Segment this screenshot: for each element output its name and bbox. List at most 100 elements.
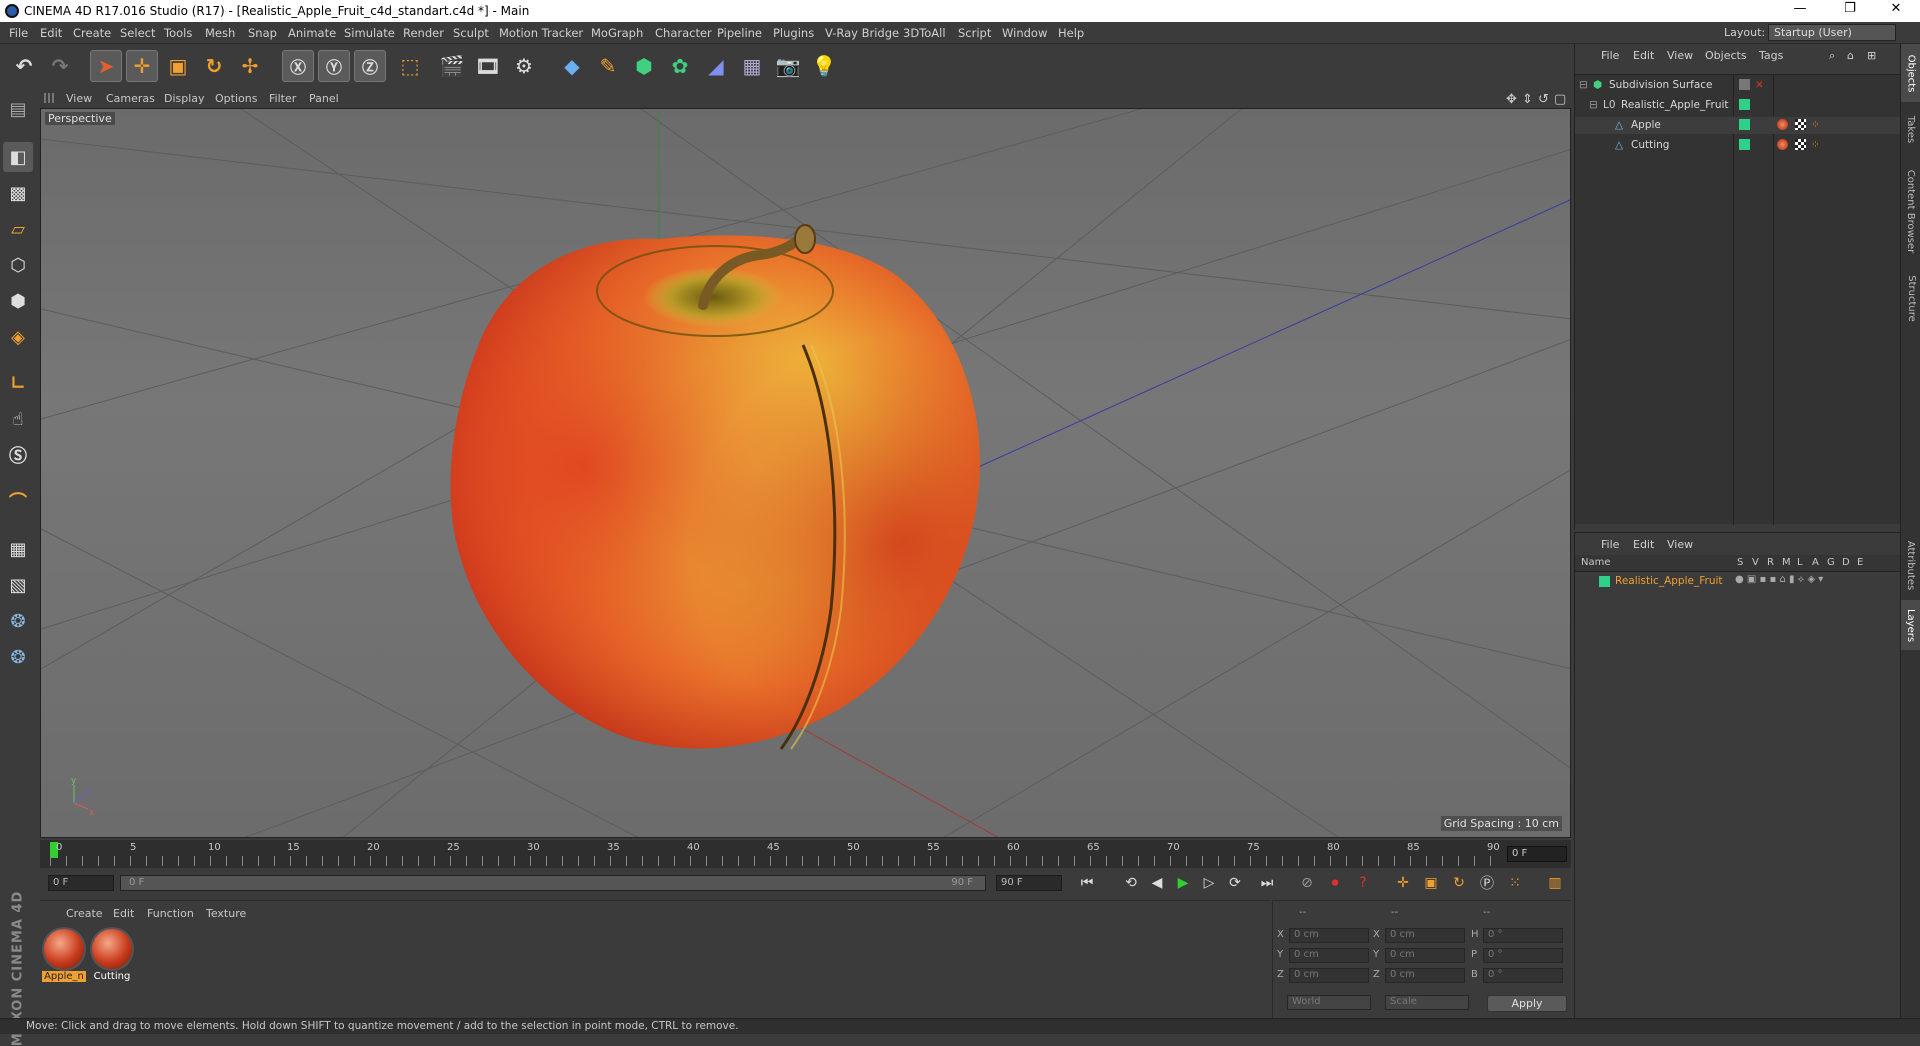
tab-content-browser[interactable]: Content Browser bbox=[1901, 156, 1920, 266]
object-menu-tags[interactable]: Tags bbox=[1759, 49, 1783, 62]
menu-snap[interactable]: Snap bbox=[248, 26, 277, 40]
material-menu-texture[interactable]: Texture bbox=[206, 907, 246, 920]
disabled-x-icon[interactable]: ✕ bbox=[1755, 79, 1764, 91]
viewport-rotate-icon[interactable]: ↺ bbox=[1538, 92, 1549, 107]
menu-motion-tracker[interactable]: Motion Tracker bbox=[499, 26, 583, 40]
subdivision-icon[interactable]: ⬢ bbox=[628, 50, 660, 82]
layer-menu-view[interactable]: View bbox=[1667, 538, 1693, 551]
object-menu-file[interactable]: File bbox=[1601, 49, 1619, 62]
size-y-field[interactable]: 0 cm bbox=[1385, 948, 1465, 963]
key-scale-icon[interactable]: ▣ bbox=[1420, 872, 1442, 894]
visibility-toggle[interactable] bbox=[1739, 79, 1750, 90]
model-mode-icon[interactable]: ◧ bbox=[3, 142, 33, 172]
layer-menu-file[interactable]: File bbox=[1601, 538, 1619, 551]
menu-create[interactable]: Create bbox=[73, 26, 111, 40]
menu-animate[interactable]: Animate bbox=[288, 26, 336, 40]
points-mode-icon[interactable]: ⬡ bbox=[3, 250, 33, 280]
menu-help[interactable]: Help bbox=[1058, 26, 1084, 40]
collapse-icon[interactable]: ⊟ bbox=[1579, 79, 1588, 91]
tab-takes[interactable]: Takes bbox=[1901, 104, 1920, 154]
x-axis-icon[interactable]: Ⓧ bbox=[282, 50, 314, 82]
timeline-ruler[interactable]: 0 5 10 15 20 25 30 35 40 45 50 55 60 65 … bbox=[40, 840, 1571, 868]
menu-edit[interactable]: Edit bbox=[40, 26, 62, 40]
rotation-b-field[interactable]: 0 ° bbox=[1483, 968, 1563, 983]
viewport-menu-display[interactable]: Display bbox=[164, 92, 205, 105]
home-icon[interactable]: ⌂ bbox=[1847, 49, 1854, 62]
next-key-icon[interactable]: ⟳ bbox=[1224, 872, 1246, 894]
position-y-field[interactable]: 0 cm bbox=[1289, 948, 1369, 963]
material-tag-icon[interactable] bbox=[1777, 139, 1788, 150]
size-z-field[interactable]: 0 cm bbox=[1385, 968, 1465, 983]
lock-workplane-icon[interactable]: ▦ bbox=[3, 534, 33, 564]
viewport-menu-view[interactable]: View bbox=[66, 92, 92, 105]
viewport-menu-panel[interactable]: Panel bbox=[309, 92, 339, 105]
texture-mode-icon[interactable]: ▩ bbox=[3, 178, 33, 208]
maximize-button[interactable]: ❐ bbox=[1830, 1, 1870, 16]
coordinate-mode-select[interactable]: World bbox=[1287, 995, 1371, 1010]
viewport-maximize-icon[interactable]: ▢ bbox=[1554, 92, 1566, 107]
floor-icon[interactable]: ▦ bbox=[736, 50, 768, 82]
timeline-window-icon[interactable]: ▥ bbox=[1544, 872, 1566, 894]
record-keys-disabled-icon[interactable]: ⊘ bbox=[1296, 872, 1318, 894]
current-frame-field[interactable]: 0 F bbox=[1507, 846, 1567, 862]
layer-menu-edit[interactable]: Edit bbox=[1633, 538, 1654, 551]
position-z-field[interactable]: 0 cm bbox=[1289, 968, 1369, 983]
layer-color-tag[interactable] bbox=[1739, 99, 1750, 110]
previous-frame-icon[interactable]: ◀ bbox=[1146, 872, 1168, 894]
undo-icon[interactable]: ↶ bbox=[8, 50, 40, 82]
light-icon[interactable]: 💡 bbox=[808, 50, 840, 82]
close-button[interactable]: ✕ bbox=[1876, 1, 1916, 16]
material-swatch[interactable]: Cutting bbox=[90, 927, 134, 983]
perspective-viewport[interactable]: y x z Perspective Grid Spacing : 10 cm bbox=[40, 108, 1571, 838]
transform-mode-select[interactable]: Scale bbox=[1385, 995, 1469, 1010]
key-rotation-icon[interactable]: ↻ bbox=[1448, 872, 1470, 894]
menu-tools[interactable]: Tools bbox=[164, 26, 192, 40]
pen-spline-icon[interactable]: ✎ bbox=[592, 50, 624, 82]
uvw-tag-icon[interactable] bbox=[1795, 119, 1806, 130]
menu-vray-bridge[interactable]: V-Ray Bridge bbox=[825, 26, 899, 40]
layer-toggle-icons[interactable]: ● ▣ ▪ ▪ ⌂ ▮ ⟡ ◈ ▾ bbox=[1735, 574, 1823, 585]
menu-file[interactable]: File bbox=[9, 26, 28, 40]
object-menu-view[interactable]: View bbox=[1667, 49, 1693, 62]
key-position-icon[interactable]: ✛ bbox=[1392, 872, 1414, 894]
material-swatch[interactable]: Apple_n bbox=[42, 927, 86, 983]
edges-mode-icon[interactable]: ⬢ bbox=[3, 286, 33, 316]
make-editable-icon[interactable]: ▤ bbox=[3, 94, 33, 124]
render-picture-viewer-icon[interactable]: 🎞 bbox=[472, 50, 504, 82]
object-row-apple[interactable]: △ Apple ⁘ bbox=[1575, 117, 1901, 134]
axis-mode-icon[interactable]: ∟ bbox=[3, 368, 33, 398]
collapse-icon[interactable]: ⊟ bbox=[1589, 99, 1598, 111]
apply-button[interactable]: Apply bbox=[1487, 995, 1567, 1012]
y-axis-icon[interactable]: Ⓨ bbox=[318, 50, 350, 82]
render-settings-icon[interactable]: ⚙ bbox=[508, 50, 540, 82]
layer-color-swatch[interactable] bbox=[1599, 576, 1610, 587]
preview-range-slider[interactable]: 0 F 90 F bbox=[120, 875, 986, 891]
frame-ruler[interactable]: 0 5 10 15 20 25 30 35 40 45 50 55 60 65 … bbox=[50, 840, 1500, 868]
autokey-icon[interactable]: ? bbox=[1352, 872, 1374, 894]
menu-render[interactable]: Render bbox=[403, 26, 444, 40]
rotation-p-field[interactable]: 0 ° bbox=[1483, 948, 1563, 963]
viewport-zoom-icon[interactable]: ⇕ bbox=[1522, 92, 1533, 107]
record-active-icon[interactable]: ⏺ bbox=[1324, 872, 1346, 894]
cube-object-icon[interactable]: ◆ bbox=[556, 50, 588, 82]
go-to-start-icon[interactable]: ⏮ bbox=[1076, 872, 1098, 894]
menu-script[interactable]: Script bbox=[958, 26, 991, 40]
z-axis-icon[interactable]: Ⓩ bbox=[354, 50, 386, 82]
menu-select[interactable]: Select bbox=[120, 26, 155, 40]
planar-workplane-icon[interactable]: ▧ bbox=[3, 570, 33, 600]
expand-icon[interactable]: ⊞ bbox=[1867, 49, 1876, 62]
select-arrow-icon[interactable]: ➤ bbox=[90, 50, 122, 82]
viewport-move-icon[interactable]: ✥ bbox=[1506, 92, 1517, 107]
tab-attributes[interactable]: Attributes bbox=[1901, 532, 1920, 598]
tab-layers[interactable]: Layers bbox=[1901, 600, 1920, 650]
end-frame-field[interactable]: 90 F bbox=[996, 875, 1062, 891]
snap-icon[interactable]: Ⓢ bbox=[3, 440, 33, 470]
start-frame-field[interactable]: 0 F bbox=[48, 875, 114, 891]
viewport-menu-cameras[interactable]: Cameras bbox=[106, 92, 155, 105]
layer-color-tag[interactable] bbox=[1739, 139, 1750, 150]
menu-mograph[interactable]: MoGraph bbox=[591, 26, 643, 40]
next-frame-icon[interactable]: ▷ bbox=[1198, 872, 1220, 894]
scale-tool-icon[interactable]: ▣ bbox=[162, 50, 194, 82]
python-script-icon[interactable]: ❂ bbox=[3, 642, 33, 672]
object-row-realistic-apple[interactable]: ⊟ L0 Realistic_Apple_Fruit bbox=[1575, 97, 1901, 114]
